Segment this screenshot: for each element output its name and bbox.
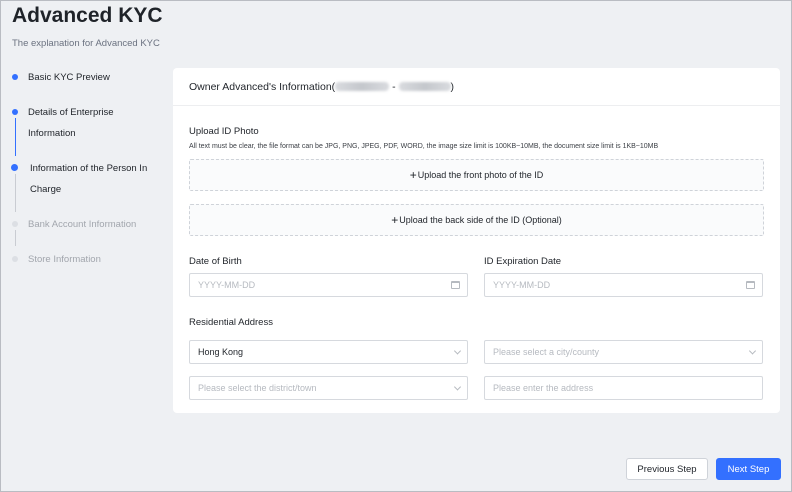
kyc-stepper: Basic KYC Preview Details of Enterprise … <box>9 67 169 279</box>
step-connector <box>14 230 16 246</box>
upload-front-button[interactable]: + Upload the front photo of the ID <box>189 159 764 191</box>
step-dot <box>12 109 18 115</box>
upload-front-label: Upload the front photo of the ID <box>417 170 544 180</box>
step-person-in-charge[interactable]: Information of the Person In Charge <box>9 158 169 214</box>
step-enterprise-information[interactable]: Details of Enterprise Information <box>9 102 169 158</box>
card-title-suffix: ) <box>450 80 455 93</box>
district-placeholder: Please select the district/town <box>198 383 317 393</box>
district-select[interactable]: Please select the district/town <box>189 376 468 400</box>
calendar-icon <box>451 281 460 289</box>
step-connector <box>14 118 16 156</box>
step-label: Basic KYC Preview <box>28 72 110 83</box>
chevron-down-icon <box>453 347 462 355</box>
page-subtitle: The explanation for Advanced KYC <box>12 38 160 49</box>
next-step-button[interactable]: Next Step <box>716 458 781 480</box>
step-label: Information <box>28 128 76 139</box>
plus-icon: + <box>409 168 417 182</box>
chevron-down-icon <box>748 347 757 355</box>
expiry-label: ID Expiration Date <box>484 256 562 267</box>
upload-back-button[interactable]: + Upload the back side of the ID (Option… <box>189 204 764 236</box>
redacted-name <box>335 82 390 91</box>
step-dot <box>12 221 18 227</box>
expiry-placeholder: YYYY-MM-DD <box>493 280 551 290</box>
card-title: Owner Advanced's Information( <box>189 80 336 93</box>
step-label: Information of the Person In <box>30 163 148 174</box>
region-value: Hong Kong <box>198 347 244 357</box>
region-select[interactable]: Hong Kong <box>189 340 468 364</box>
previous-step-button[interactable]: Previous Step <box>626 458 708 480</box>
dob-placeholder: YYYY-MM-DD <box>198 280 256 290</box>
card-header: Owner Advanced's Information( - ) <box>173 68 780 106</box>
dob-input[interactable]: YYYY-MM-DD <box>189 273 468 297</box>
step-label: Store Information <box>28 254 101 265</box>
upload-id-label: Upload ID Photo <box>189 126 259 137</box>
chevron-down-icon <box>453 383 462 391</box>
owner-information-card: Owner Advanced's Information( - ) Upload… <box>173 68 780 413</box>
step-label: Details of Enterprise <box>28 107 114 118</box>
step-connector <box>14 174 16 212</box>
redacted-id <box>398 82 451 91</box>
expiry-input[interactable]: YYYY-MM-DD <box>484 273 763 297</box>
city-placeholder: Please select a city/county <box>493 347 600 357</box>
dob-label: Date of Birth <box>189 256 242 267</box>
step-dot <box>12 256 18 262</box>
step-label: Bank Account Information <box>28 219 137 230</box>
calendar-icon <box>746 281 755 289</box>
step-label: Charge <box>30 184 62 195</box>
upload-hint: All text must be clear, the file format … <box>189 143 659 150</box>
city-select[interactable]: Please select a city/county <box>484 340 763 364</box>
step-bank-account-information[interactable]: Bank Account Information <box>9 214 169 249</box>
step-store-information[interactable]: Store Information <box>9 249 169 279</box>
card-title-separator: - <box>389 80 399 93</box>
address-placeholder: Please enter the address <box>493 383 594 393</box>
step-basic-kyc-preview[interactable]: Basic KYC Preview <box>9 67 169 102</box>
address-input[interactable]: Please enter the address <box>484 376 763 400</box>
plus-icon: + <box>391 213 399 227</box>
step-dot <box>12 74 18 80</box>
address-label: Residential Address <box>189 317 273 328</box>
page-title: Advanced KYC <box>12 4 163 27</box>
upload-back-label: Upload the back side of the ID (Optional… <box>399 215 562 225</box>
step-dot <box>11 164 18 171</box>
